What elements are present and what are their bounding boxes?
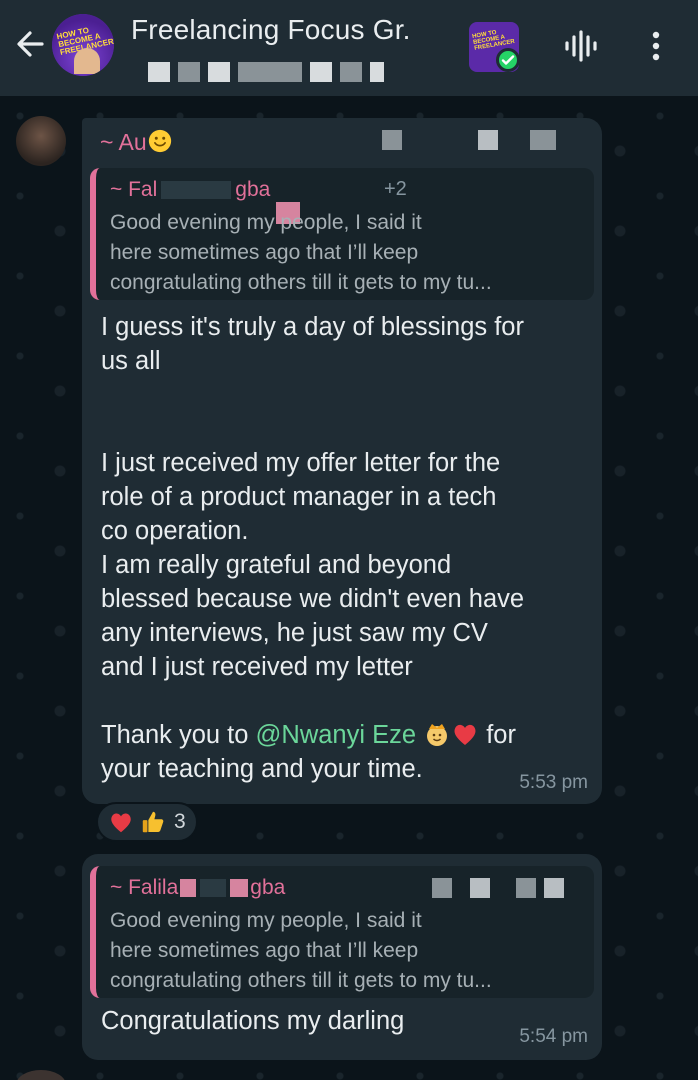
mention-link[interactable]: @Nwanyi Eze	[256, 721, 417, 749]
redacted-block	[148, 62, 170, 82]
group-title[interactable]: Freelancing Focus Gr.	[131, 14, 411, 46]
quoted-sender: ~ Falila gba	[110, 876, 285, 900]
quoted-extra: +2	[384, 178, 407, 200]
quoted-sender-end: gba	[250, 876, 286, 899]
quoted-text: Good evening my people, I said it here s…	[110, 211, 492, 294]
redacted-block	[470, 878, 490, 898]
participants-subtitle[interactable]	[148, 62, 392, 84]
redacted-block	[238, 62, 302, 82]
verified-check-icon	[496, 48, 520, 72]
chat-header: HOW TO BECOME A FREELANCER Freelancing F…	[0, 0, 698, 96]
message-text: Congratulations my darling	[101, 1007, 405, 1035]
community-avatar-text: HOW TO BECOME A FREELANCER	[471, 29, 516, 52]
redacted-block	[382, 130, 402, 150]
crown-face-emoji-icon	[427, 724, 448, 746]
message-body: I guess it's truly a day of blessings fo…	[101, 313, 525, 681]
sender-avatar[interactable]	[16, 116, 66, 166]
smiling-face-emoji-icon	[148, 129, 171, 153]
quoted-message[interactable]: ~ Falila gba Good evening my people, I sa…	[90, 866, 594, 998]
quoted-sender-start: ~ Falila	[110, 876, 179, 899]
redacted-block	[178, 62, 200, 82]
message-time: 5:53 pm	[519, 772, 588, 793]
redacted-block	[340, 62, 362, 82]
reaction-count: 3	[174, 810, 186, 833]
group-avatar-person	[74, 48, 100, 74]
redacted-block	[230, 879, 249, 898]
voice-call-icon[interactable]	[562, 28, 600, 64]
thumbs-up-reaction-icon	[142, 811, 164, 833]
red-heart-emoji-icon	[454, 724, 476, 745]
redacted-block	[310, 62, 332, 82]
message-time: 5:54 pm	[519, 1026, 588, 1047]
group-avatar[interactable]: HOW TO BECOME A FREELANCER	[52, 14, 114, 76]
redacted-block	[516, 878, 536, 898]
next-sender-avatar[interactable]	[16, 1070, 66, 1080]
chat-area[interactable]: ~ Au ~ Fal gba +2 Good evening my people,…	[0, 96, 698, 1080]
more-options-icon[interactable]	[644, 28, 668, 64]
message-text: I guess it's truly a day of blessings fo…	[101, 310, 591, 786]
redacted-block	[180, 879, 197, 898]
quoted-sender-end: gba	[235, 178, 271, 201]
quoted-message[interactable]: ~ Fal gba +2 Good evening my people, I sa…	[90, 168, 594, 300]
message-bubble[interactable]: ~ Au ~ Fal gba +2 Good evening my people,…	[82, 118, 602, 804]
message-bubble[interactable]: ~ Falila gba Good evening my people, I sa…	[82, 854, 602, 1060]
redacted-block	[530, 130, 556, 150]
quoted-text: Good evening my people, I said it here s…	[110, 909, 492, 992]
redacted-block	[544, 878, 564, 898]
thank-prefix: Thank you to	[101, 721, 256, 749]
redacted-block	[370, 62, 384, 82]
quoted-sender-start: ~ Fal	[110, 178, 158, 201]
heart-reaction-icon	[111, 813, 131, 833]
redacted-block	[200, 879, 227, 898]
redacted-block	[208, 62, 230, 82]
quoted-sender: ~ Fal gba	[110, 178, 270, 202]
sender-name-text: ~ Au	[100, 129, 147, 155]
sender-name[interactable]: ~ Au	[100, 128, 173, 156]
back-arrow-icon[interactable]	[12, 26, 48, 62]
redacted-block	[478, 130, 498, 150]
redacted-block	[161, 181, 232, 200]
redacted-block	[432, 878, 452, 898]
reactions-pill[interactable]: 3	[96, 802, 198, 842]
